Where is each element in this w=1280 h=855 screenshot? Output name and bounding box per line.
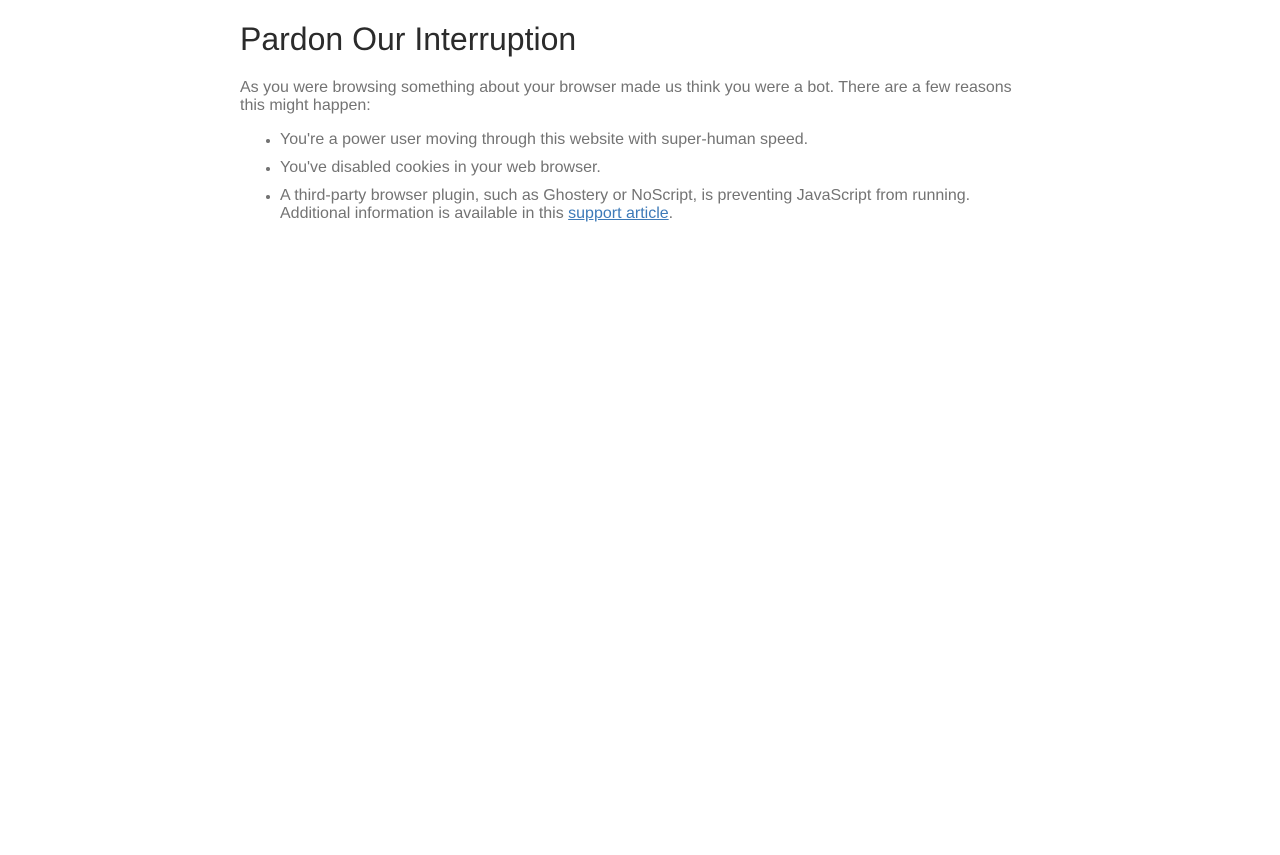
page-container: Pardon Our Interruption As you were brow… (240, 0, 1030, 233)
reasons-list: You're a power user moving through this … (240, 131, 1030, 223)
reason-text: You're a power user moving through this … (280, 131, 809, 148)
reason-text: You've disabled cookies in your web brow… (280, 159, 601, 176)
support-article-link[interactable]: support article (568, 205, 669, 222)
list-item: You're a power user moving through this … (280, 131, 1030, 149)
reason-suffix: . (668, 205, 674, 222)
list-item: A third-party browser plugin, such as Gh… (280, 187, 1030, 223)
intro-text: As you were browsing something about you… (240, 79, 1012, 114)
list-item: You've disabled cookies in your web brow… (280, 159, 1030, 177)
page-title: Pardon Our Interruption (240, 21, 577, 57)
